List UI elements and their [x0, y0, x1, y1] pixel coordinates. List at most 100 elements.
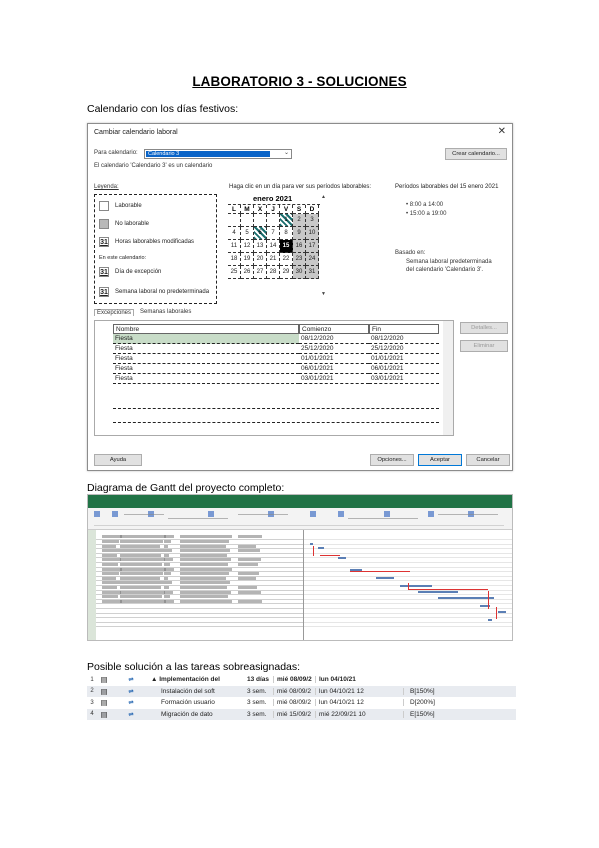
details-button[interactable]: Detalles...: [460, 322, 508, 334]
calendar-day[interactable]: 18: [228, 253, 241, 266]
cell-empty[interactable]: [113, 399, 439, 409]
table-row[interactable]: 1 ▤ ⇌ ▲ Implementación del 13 días mié 0…: [87, 674, 516, 686]
calendar-day[interactable]: 12: [241, 240, 254, 253]
calendar-day[interactable]: 20: [254, 253, 267, 266]
task-resources[interactable]: B[150%]: [403, 687, 483, 695]
task-resources[interactable]: D[200%]: [403, 699, 483, 707]
calendar-day[interactable]: 6: [254, 227, 267, 240]
table-row[interactable]: Fiesta 08/12/2020 08/12/2020: [95, 334, 447, 344]
calendar-day[interactable]: 9: [293, 227, 306, 240]
calendar-day[interactable]: 3: [306, 214, 319, 227]
table-row[interactable]: 2 ▤ ⇌ Instalación del soft 3 sem. mié 08…: [87, 685, 516, 697]
cell-name[interactable]: Fiesta: [113, 374, 299, 384]
calendar-day[interactable]: 11: [228, 240, 241, 253]
calendar-day[interactable]: [254, 214, 267, 227]
calendar-day[interactable]: 2: [293, 214, 306, 227]
calendar-day[interactable]: 8: [280, 227, 293, 240]
cell-start[interactable]: 08/12/2020: [299, 334, 369, 344]
scroll-up-icon[interactable]: ▲: [321, 194, 326, 200]
table-scrollbar[interactable]: [443, 321, 453, 435]
task-name[interactable]: Migración de dato: [151, 711, 247, 718]
cell-name[interactable]: Fiesta: [113, 334, 299, 344]
calendar-day[interactable]: 26: [241, 266, 254, 279]
help-button[interactable]: Ayuda: [94, 454, 142, 466]
cell-name[interactable]: Fiesta: [113, 344, 299, 354]
calendar-day[interactable]: 21: [267, 253, 280, 266]
cell-name[interactable]: Fiesta: [113, 364, 299, 374]
table-row[interactable]: Fiesta 06/01/2021 06/01/2021: [95, 364, 447, 374]
calendar-day[interactable]: 10: [306, 227, 319, 240]
scroll-down-icon[interactable]: ▼: [321, 291, 326, 297]
tab-work-weeks[interactable]: Semanas laborales: [140, 309, 191, 315]
calendar-day-selected[interactable]: 15: [280, 240, 293, 253]
gantt-task-bar[interactable]: [310, 543, 313, 545]
calendar-day[interactable]: 25: [228, 266, 241, 279]
table-row[interactable]: 4 ▤ ⇌ Migración de dato 3 sem. mié 15/09…: [87, 708, 516, 720]
cell-end[interactable]: 03/01/2021: [369, 374, 439, 384]
calendar-day[interactable]: 28: [267, 266, 280, 279]
task-end[interactable]: mié 22/09/21 10: [315, 710, 403, 718]
calendar-day[interactable]: 13: [254, 240, 267, 253]
gantt-task-bar[interactable]: [338, 557, 346, 559]
calendar-day[interactable]: 27: [254, 266, 267, 279]
task-name[interactable]: Instalación del soft: [151, 688, 247, 695]
calendar-day[interactable]: [228, 214, 241, 227]
task-duration[interactable]: 3 sem.: [247, 699, 273, 706]
task-duration[interactable]: 13 días: [247, 676, 273, 683]
cell-empty[interactable]: [113, 413, 439, 423]
calendar-day[interactable]: 29: [280, 266, 293, 279]
cancel-button[interactable]: Cancelar: [466, 454, 510, 466]
gantt-task-bar[interactable]: [498, 611, 506, 613]
cell-end[interactable]: 01/01/2021: [369, 354, 439, 364]
calendar-day[interactable]: 16: [293, 240, 306, 253]
ok-button[interactable]: Aceptar: [418, 454, 462, 466]
cell-start[interactable]: 06/01/2021: [299, 364, 369, 374]
gantt-task-bar[interactable]: [488, 619, 492, 621]
task-duration[interactable]: 3 sem.: [247, 688, 273, 695]
calendar-day[interactable]: 14: [267, 240, 280, 253]
calendar-day[interactable]: 1: [280, 214, 293, 227]
cell-start[interactable]: 25/12/2020: [299, 344, 369, 354]
cell-start[interactable]: 01/01/2021: [299, 354, 369, 364]
table-row-empty[interactable]: [95, 413, 447, 423]
task-start[interactable]: mié 08/09/2: [273, 676, 315, 684]
task-end[interactable]: lun 04/10/21 12: [315, 699, 403, 707]
task-name[interactable]: ▲ Implementación del: [151, 676, 247, 683]
gantt-task-bar[interactable]: [376, 577, 394, 579]
cell-end[interactable]: 25/12/2020: [369, 344, 439, 354]
cell-end[interactable]: 08/12/2020: [369, 334, 439, 344]
gantt-task-bar[interactable]: [318, 547, 324, 549]
calendar-day[interactable]: [267, 214, 280, 227]
table-row[interactable]: Fiesta 25/12/2020 25/12/2020: [95, 344, 447, 354]
task-start[interactable]: mié 08/09/2: [273, 699, 315, 707]
cell-name[interactable]: Fiesta: [113, 354, 299, 364]
column-header-end[interactable]: Fin: [369, 324, 439, 334]
calendar-day[interactable]: 22: [280, 253, 293, 266]
delete-button[interactable]: Eliminar: [460, 340, 508, 352]
calendar-day[interactable]: 24: [306, 253, 319, 266]
task-end[interactable]: lun 04/10/21: [315, 676, 403, 684]
calendar-day[interactable]: 7: [267, 227, 280, 240]
tab-exceptions[interactable]: Excepciones: [94, 309, 135, 316]
task-end[interactable]: lun 04/10/21 12: [315, 687, 403, 695]
task-duration[interactable]: 3 sem.: [247, 711, 273, 718]
calendar-day[interactable]: 17: [306, 240, 319, 253]
calendar-day[interactable]: [241, 214, 254, 227]
gantt-task-bar[interactable]: [438, 597, 494, 599]
table-row-empty[interactable]: [95, 399, 447, 409]
calendar-day[interactable]: 30: [293, 266, 306, 279]
close-icon[interactable]: ✕: [498, 126, 506, 137]
calendar-select[interactable]: Calendario 3 ⌄: [144, 149, 292, 159]
column-header-name[interactable]: Nombre: [113, 324, 299, 334]
cell-end[interactable]: 06/01/2021: [369, 364, 439, 374]
calendar-day[interactable]: 31: [306, 266, 319, 279]
table-row[interactable]: Fiesta 01/01/2021 01/01/2021: [95, 354, 447, 364]
calendar-day[interactable]: 4: [228, 227, 241, 240]
task-start[interactable]: mié 08/09/2: [273, 687, 315, 695]
gantt-task-bar[interactable]: [418, 591, 458, 593]
calendar-day[interactable]: 5: [241, 227, 254, 240]
calendar-day[interactable]: 19: [241, 253, 254, 266]
table-row[interactable]: 3 ▤ ⇌ Formación usuario 3 sem. mié 08/09…: [87, 697, 516, 709]
task-resources[interactable]: E[150%]: [403, 710, 483, 718]
table-row[interactable]: Fiesta 03/01/2021 03/01/2021: [95, 374, 447, 384]
